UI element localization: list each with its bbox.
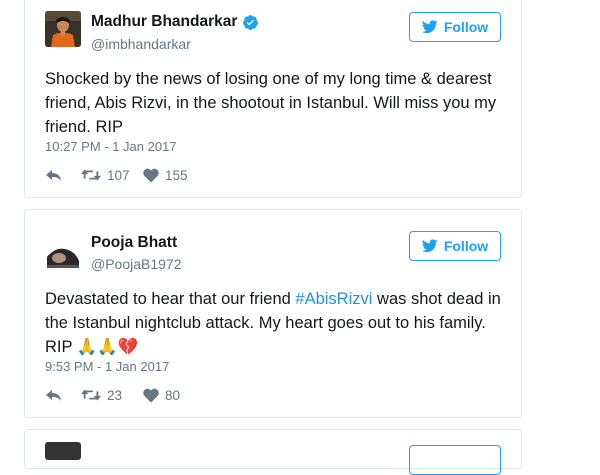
like-count: 155 xyxy=(165,167,188,183)
retweet-count: 107 xyxy=(107,167,130,183)
tweet-card: Pooja Bhatt @PoojaB1972 Follow Devastate… xyxy=(24,209,522,418)
tweet-text: Devastated to hear that our friend #Abis… xyxy=(45,287,505,359)
twitter-bird-icon xyxy=(421,20,438,34)
display-name[interactable]: Madhur Bhandarkar xyxy=(91,13,259,31)
tweet-card xyxy=(24,429,522,475)
heart-icon xyxy=(143,168,159,183)
follow-button[interactable]: Follow xyxy=(409,231,501,261)
like-count: 80 xyxy=(165,387,181,403)
tweet-card: Madhur Bhandarkar @imbhandarkar Follow S… xyxy=(24,0,522,198)
retweet-icon xyxy=(81,169,101,181)
like-button[interactable]: 80 xyxy=(143,387,180,403)
avatar[interactable] xyxy=(45,239,81,275)
hashtag-link[interactable]: #AbisRizvi xyxy=(295,290,372,308)
avatar[interactable] xyxy=(45,442,81,460)
tweet-text: Shocked by the news of losing one of my … xyxy=(45,70,497,136)
display-name[interactable]: Pooja Bhatt xyxy=(91,234,177,252)
retweet-count: 23 xyxy=(107,387,123,403)
follow-button-label: Follow xyxy=(443,19,489,35)
display-name-text[interactable]: Madhur Bhandarkar xyxy=(91,13,237,31)
retweet-button[interactable]: 107 xyxy=(81,167,143,183)
tweet-timestamp[interactable]: 9:53 PM - 1 Jan 2017 xyxy=(45,359,169,374)
follow-button-label: Follow xyxy=(443,238,489,254)
reply-button[interactable] xyxy=(45,387,81,403)
heart-icon xyxy=(143,388,159,403)
like-button[interactable]: 155 xyxy=(143,167,188,183)
tweet-timestamp[interactable]: 10:27 PM - 1 Jan 2017 xyxy=(45,139,177,154)
tweet-text-part: Devastated to hear that our friend xyxy=(45,290,296,308)
retweet-button[interactable]: 23 xyxy=(81,387,143,403)
twitter-bird-icon xyxy=(421,239,438,253)
reply-icon xyxy=(46,170,61,181)
verified-badge-icon xyxy=(243,14,259,30)
emoji: 🙏🙏💔 xyxy=(76,338,139,356)
avatar[interactable] xyxy=(45,11,81,47)
reply-button[interactable] xyxy=(45,167,81,183)
follow-button[interactable]: Follow xyxy=(409,12,501,42)
handle[interactable]: @imbhandarkar xyxy=(91,36,191,52)
reply-icon xyxy=(46,390,61,401)
tweet-actions: 107 155 xyxy=(45,167,188,183)
retweet-icon xyxy=(81,389,101,401)
tweet-actions: 23 80 xyxy=(45,387,180,403)
display-name-text[interactable]: Pooja Bhatt xyxy=(91,234,177,252)
handle[interactable]: @PoojaB1972 xyxy=(91,256,182,272)
